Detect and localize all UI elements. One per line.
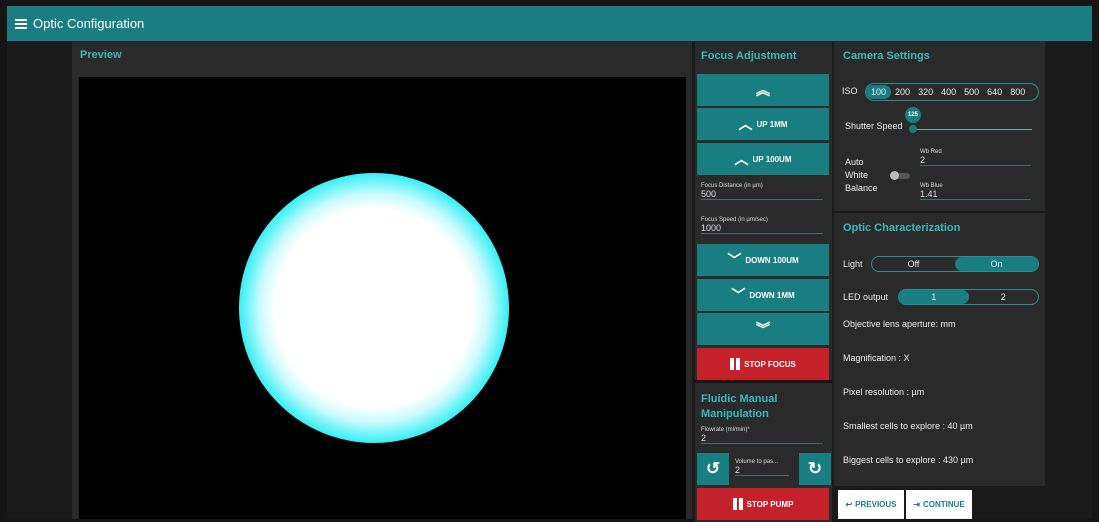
light-label: Light (843, 259, 863, 269)
hamburger-menu-icon[interactable] (15, 18, 27, 29)
fluidic-panel: Fluidic Manual Manipulation Flowrate (ml… (695, 380, 832, 522)
pixel-resolution-text: Pixel resolution : µm (843, 387, 925, 397)
pause-icon (730, 358, 741, 370)
previous-label: PREVIOUS (855, 500, 897, 509)
up-1mm-label: UP 1MM (756, 119, 788, 129)
awb-label-balance: Balance (845, 183, 878, 193)
double-chevron-down-icon: ︾ (756, 321, 770, 337)
shutter-value-bubble: 125 (905, 107, 921, 123)
light-spot (239, 173, 509, 443)
led-option-2[interactable]: 2 (969, 290, 1039, 304)
awb-label-white: White (845, 170, 869, 180)
shutter-slider-handle[interactable] (909, 125, 917, 133)
iso-option[interactable]: 500 (960, 87, 983, 97)
flowrate-field[interactable]: Flowrate (ml/min)* 2 (701, 427, 823, 444)
up-fast-button[interactable]: ︽ (697, 74, 829, 106)
stop-pump-label: STOP PUMP (746, 499, 794, 509)
arrow-right-bar-icon: ⇥ (913, 500, 920, 509)
camera-title: Camera Settings (843, 50, 930, 62)
double-chevron-up-icon: ︽ (756, 82, 770, 98)
stop-focus-label: STOP FOCUS (744, 359, 796, 369)
smallest-cells-text: Smallest cells to explore : 40 µm (843, 421, 973, 431)
wb-blue-value: 1.41 (920, 189, 938, 199)
volume-field[interactable]: Volume to pas... 2 (735, 459, 789, 476)
chevron-up-icon: ︿ (738, 116, 753, 132)
camera-preview-image (79, 77, 686, 519)
focus-speed-value: 1000 (701, 223, 722, 233)
focus-title: Focus Adjustment (701, 50, 797, 62)
fluidic-title: Fluidic Manual Manipulation (701, 393, 778, 420)
stop-focus-button[interactable]: STOP FOCUS (697, 348, 829, 380)
magnification-text: Magnification : X (843, 353, 910, 363)
down-100um-label: DOWN 100UM (745, 255, 799, 265)
aperture-text: Objective lens aperture: mm (843, 319, 956, 329)
iso-label: ISO (842, 86, 858, 96)
wb-red-value: 2 (920, 155, 926, 165)
awb-label-auto: Auto (845, 157, 864, 167)
iso-option[interactable]: 400 (937, 87, 960, 97)
shutter-speed-label: Shutter Speed (845, 121, 903, 131)
iso-option[interactable]: 800 (1006, 87, 1029, 97)
led-output-selector[interactable]: 1 2 (898, 289, 1039, 305)
app-title: Optic Configuration (33, 16, 145, 31)
preview-title: Preview (80, 49, 122, 61)
light-on-option[interactable]: On (955, 257, 1038, 271)
volume-value: 2 (735, 465, 741, 475)
iso-option[interactable]: 640 (983, 87, 1006, 97)
rotate-ccw-button[interactable]: ↺ (697, 453, 729, 485)
led-output-label: LED output (843, 292, 889, 302)
iso-option[interactable]: 320 (914, 87, 937, 97)
previous-button[interactable]: ↩ PREVIOUS (838, 490, 904, 519)
chevron-down-icon: ﹀ (727, 252, 742, 268)
rotate-cw-icon: ↻ (807, 459, 823, 478)
focus-speed-field[interactable]: Focus Speed (in µm/sec) 1000 (701, 217, 823, 234)
up-1mm-button[interactable]: ︿ UP 1MM (697, 108, 829, 140)
preview-panel: Preview (72, 41, 692, 519)
rotate-cw-button[interactable]: ↻ (799, 453, 831, 485)
flowrate-value: 2 (701, 433, 707, 443)
biggest-cells-text: Biggest cells to explore : 430 µm (843, 455, 974, 465)
chevron-down-icon: ﹀ (731, 287, 746, 303)
pause-icon (732, 498, 743, 510)
wb-blue-field[interactable]: Wb Blue 1.41 (920, 183, 1031, 200)
wb-red-field[interactable]: Wb Red 2 (920, 149, 1031, 166)
iso-option[interactable]: 100 (866, 85, 892, 99)
down-1mm-label: DOWN 1MM (749, 290, 795, 300)
app-bar: Optic Configuration (7, 6, 1092, 41)
light-toggle[interactable]: Off On (871, 256, 1039, 272)
down-100um-button[interactable]: ﹀ DOWN 100UM (697, 244, 829, 276)
led-option-1[interactable]: 1 (899, 290, 969, 304)
up-100um-button[interactable]: ︿ UP 100UM (697, 143, 829, 175)
iso-selector[interactable]: 100 200 320 400 500 640 800 (865, 83, 1039, 101)
rotate-ccw-icon: ↺ (705, 459, 721, 478)
iso-option[interactable]: 200 (891, 87, 914, 97)
light-off-option[interactable]: Off (872, 257, 955, 271)
down-1mm-button[interactable]: ﹀ DOWN 1MM (697, 279, 829, 311)
focus-distance-field[interactable]: Focus Distance (in µm) 500 (701, 183, 823, 200)
continue-button[interactable]: ⇥ CONTINUE (906, 490, 972, 519)
chevron-up-icon: ︿ (734, 151, 749, 167)
optic-characterization-panel: Optic Characterization Light Off On LED … (834, 213, 1045, 486)
shutter-slider-track[interactable] (912, 129, 1032, 130)
continue-label: CONTINUE (922, 500, 965, 509)
stop-pump-button[interactable]: STOP PUMP (697, 488, 829, 520)
optic-title: Optic Characterization (843, 222, 961, 234)
up-100um-label: UP 100UM (752, 154, 792, 164)
focus-distance-value: 500 (701, 189, 717, 199)
down-fast-button[interactable]: ︾ (697, 313, 829, 345)
awb-toggle-knob[interactable] (890, 171, 899, 180)
camera-settings-panel: Camera Settings ISO 100 200 320 400 500 … (834, 41, 1045, 211)
arrow-back-icon: ↩ (845, 500, 853, 509)
